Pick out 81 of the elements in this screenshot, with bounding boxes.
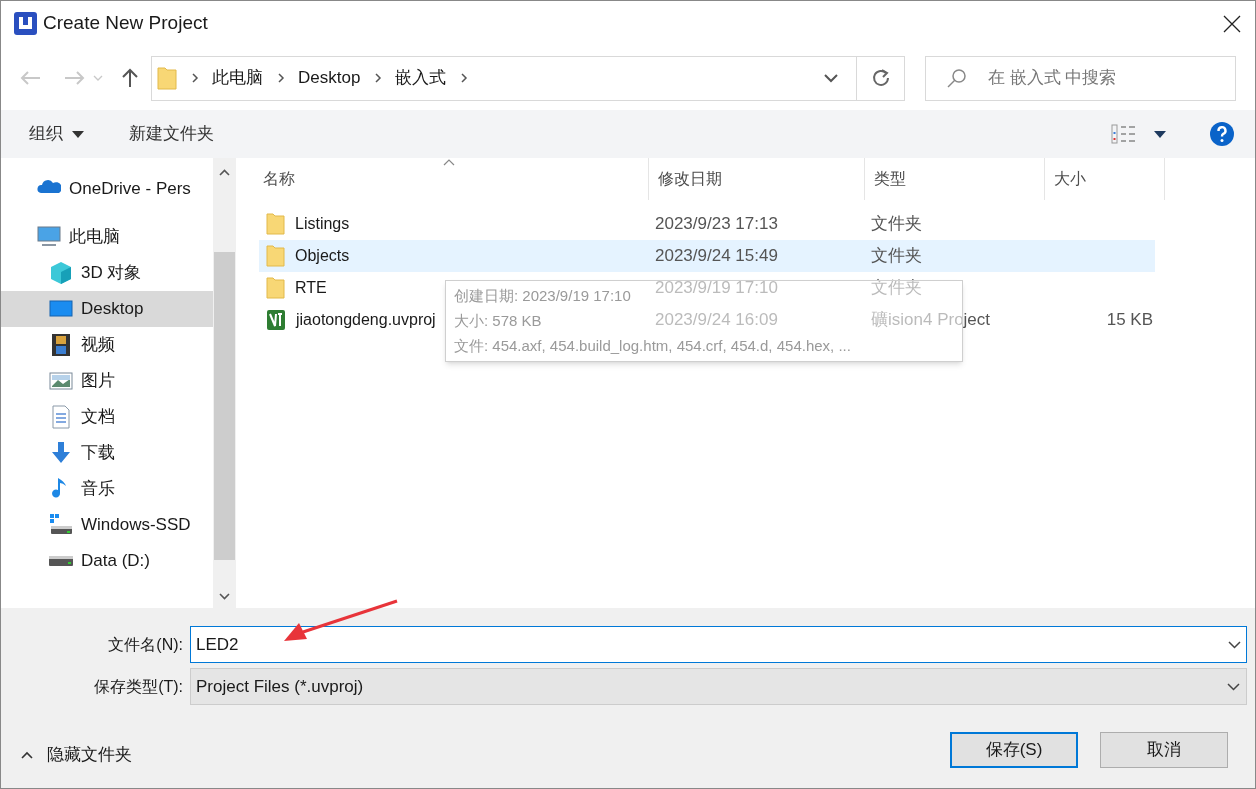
column-header[interactable]: 名称	[263, 167, 295, 191]
refresh-icon[interactable]	[871, 69, 890, 87]
document-icon	[49, 405, 73, 429]
field-label: 保存类型(T):	[93, 676, 183, 697]
column-header[interactable]: 修改日期	[658, 167, 722, 191]
scroll-up-icon[interactable]	[219, 169, 230, 176]
drive-icon	[49, 556, 73, 566]
chevron-right-icon	[460, 73, 469, 83]
cube-icon	[49, 261, 73, 285]
tooltip-text: 大小: 578 KB	[454, 311, 542, 332]
sidebar-item[interactable]: Data (D:)	[1, 543, 213, 579]
file-name[interactable]: Objects	[295, 244, 350, 268]
scroll-down-icon[interactable]	[219, 593, 230, 600]
file-type: 礦ision4 Project	[870, 309, 992, 332]
search-icon	[947, 67, 967, 88]
dropdown-chevron-icon[interactable]	[1228, 641, 1241, 649]
folder-icon	[157, 66, 177, 90]
chevron-right-icon	[277, 73, 285, 83]
modified-date: 2023/9/19 17:10	[654, 277, 779, 300]
tooltip-text: 创建日期: 2023/9/19 17:10	[454, 286, 631, 307]
film-icon	[49, 333, 73, 357]
file-type: 文件夹	[870, 213, 923, 236]
sidebar-item[interactable]: Windows-SSD	[1, 507, 213, 543]
folder-icon	[266, 213, 285, 235]
dropdown-chevron-icon	[1227, 682, 1240, 691]
sidebar-item[interactable]: Desktop	[1, 291, 213, 327]
scrollbar[interactable]	[213, 158, 236, 608]
breadcrumb-item[interactable]: Desktop	[298, 65, 361, 91]
address-bar[interactable]: 此电脑 Desktop 嵌入式	[151, 55, 905, 101]
new-folder-button[interactable]: 新建文件夹	[129, 121, 214, 147]
caret-up-icon	[21, 750, 33, 759]
app-logo-icon	[14, 12, 37, 35]
field-label: 文件名(N):	[107, 634, 183, 655]
cancel-button[interactable]: 取消	[1100, 732, 1228, 768]
sidebar-item[interactable]: 图片	[1, 363, 213, 399]
tooltip-text: 文件: 454.axf, 454.build_log.htm, 454.crf, 454.d, 454.hex, ...	[454, 336, 851, 357]
close-icon[interactable]	[1223, 14, 1241, 33]
breadcrumb-item[interactable]: 此电脑	[212, 65, 263, 91]
modified-date: 2023/9/24 15:49	[654, 245, 779, 268]
file-type: 文件夹	[870, 277, 923, 300]
sidebar-item[interactable]: OneDrive - Pers	[1, 171, 213, 207]
hide-folders-button[interactable]: 隐藏文件夹	[21, 742, 132, 768]
sidebar-item[interactable]: 文档	[1, 399, 213, 435]
caret-down-icon[interactable]	[1154, 130, 1166, 138]
sidebar-item[interactable]: 视频	[1, 327, 213, 363]
chevron-right-icon	[191, 73, 199, 83]
file-type-dropdown[interactable]: Project Files (*.uvproj)	[190, 668, 1247, 705]
breadcrumb-item[interactable]: 嵌入式	[395, 65, 447, 91]
window-title: Create New Project	[43, 11, 208, 36]
save-button[interactable]: 保存(S)	[950, 732, 1078, 768]
selected-file-row[interactable]: Objects 2023/9/24 15:49 文件夹	[259, 240, 1155, 272]
file-name[interactable]: RTE	[295, 276, 327, 300]
help-icon[interactable]	[1210, 122, 1234, 146]
drive-icon	[49, 513, 73, 537]
sidebar-item[interactable]: 音乐	[1, 471, 213, 507]
up-arrow-icon[interactable]	[121, 68, 139, 88]
sidebar-item[interactable]: 下载	[1, 435, 213, 471]
search-field[interactable]: 在 嵌入式 中搜索	[925, 55, 1236, 101]
image-icon	[49, 369, 73, 393]
sort-caret-icon	[443, 159, 455, 166]
project-file-icon	[266, 309, 286, 331]
sidebar-item[interactable]: 此电脑	[1, 219, 213, 255]
modified-date: 2023/9/23 17:13	[654, 213, 779, 236]
monitor-icon	[37, 225, 61, 249]
folder-icon	[266, 245, 285, 267]
file-type: 文件夹	[870, 245, 923, 268]
column-header[interactable]: 类型	[874, 167, 906, 191]
file-name[interactable]: jiaotongdeng.uvproj	[296, 308, 436, 332]
organize-menu-button[interactable]: 组织	[29, 121, 84, 147]
modified-date: 2023/9/24 16:09	[654, 309, 779, 332]
caret-down-icon	[72, 130, 84, 138]
column-header[interactable]: 大小	[1054, 167, 1086, 191]
dropdown-chevron-icon[interactable]	[824, 73, 838, 83]
download-arrow-icon	[49, 441, 73, 465]
file-name-field[interactable]: LED2	[190, 626, 1247, 663]
sidebar-item[interactable]: 3D 对象	[1, 255, 213, 291]
file-size: 15 KB	[1106, 309, 1153, 332]
scrollbar-thumb[interactable]	[214, 252, 235, 560]
folder-icon	[266, 277, 285, 299]
file-name[interactable]: Listings	[295, 212, 350, 236]
chevron-right-icon	[374, 73, 383, 83]
